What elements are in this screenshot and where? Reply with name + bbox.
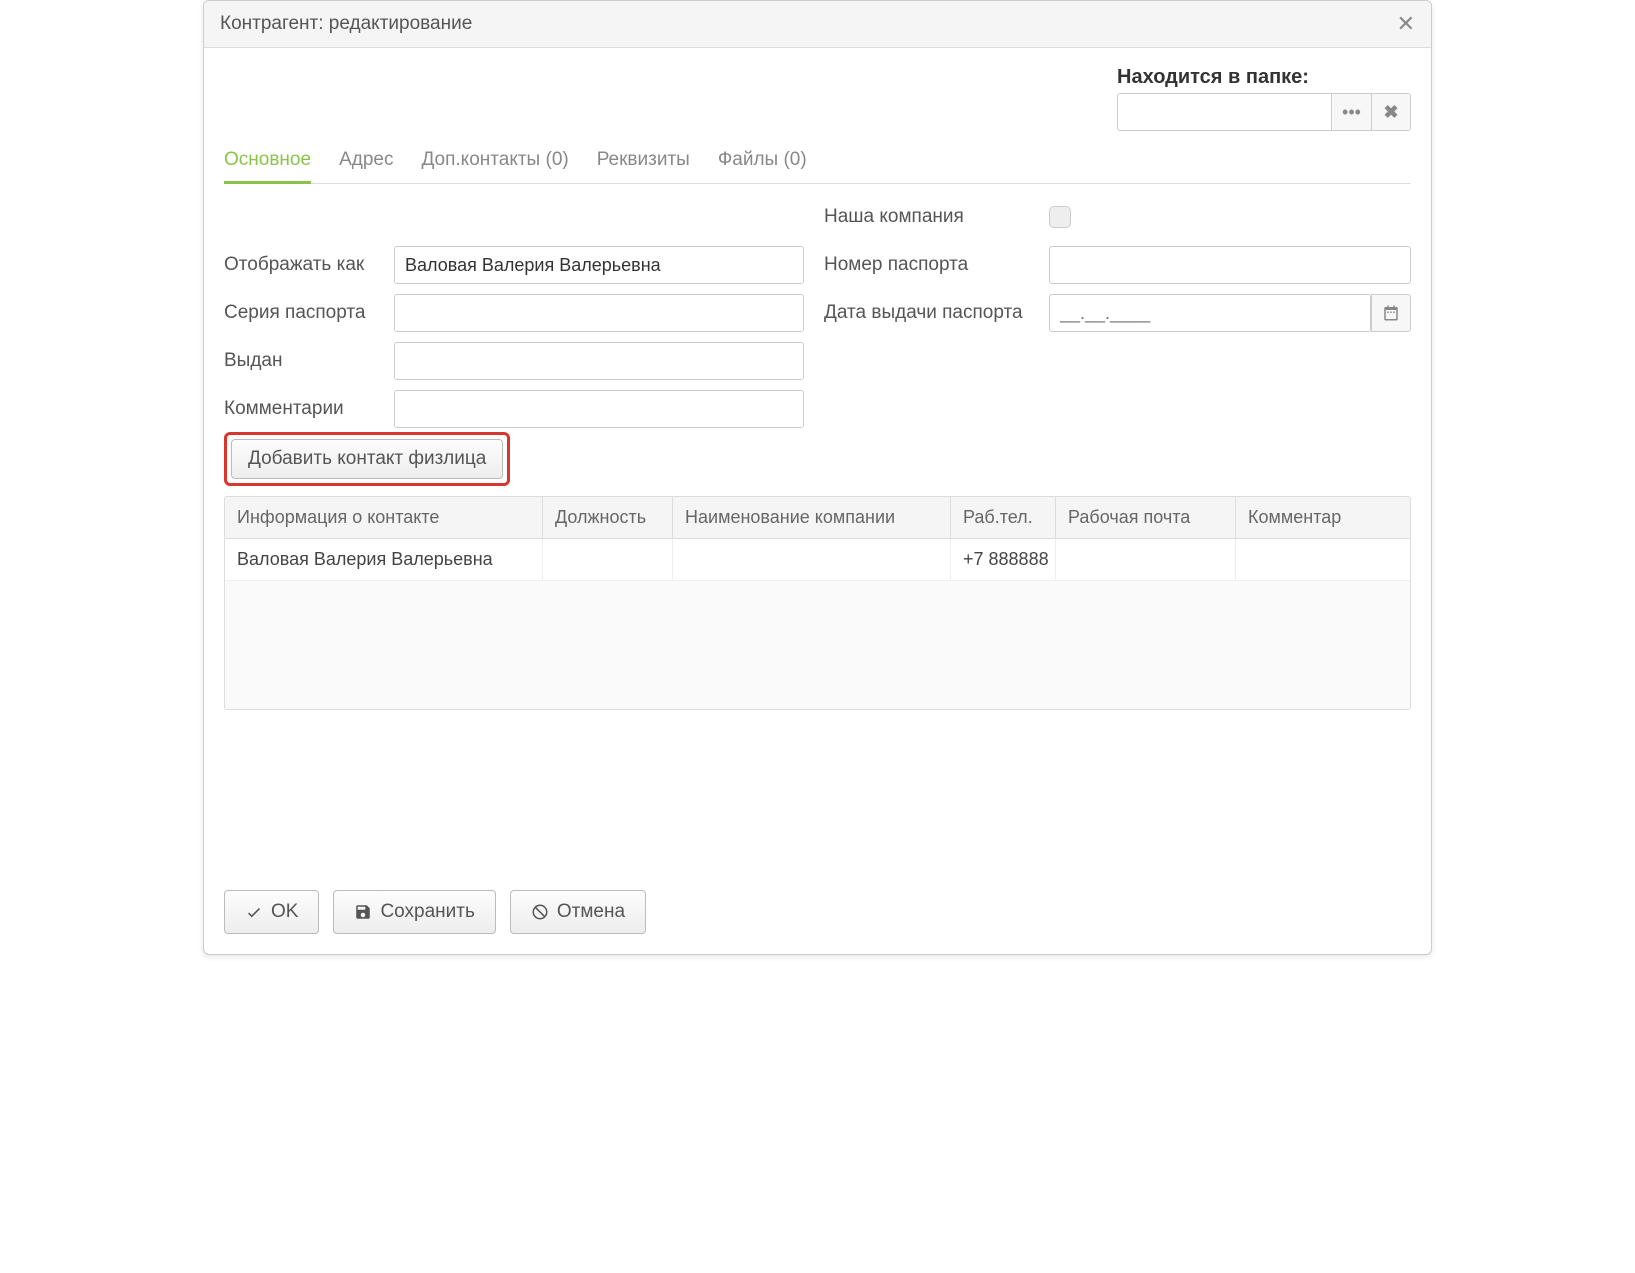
close-icon[interactable]: ✕ xyxy=(1397,11,1415,37)
passport-number-input[interactable] xyxy=(1049,246,1411,284)
x-icon: ✖ xyxy=(1383,102,1398,123)
th-info[interactable]: Информация о контакте xyxy=(225,497,543,538)
td-position xyxy=(543,539,673,580)
dialog-title: Контрагент: редактирование xyxy=(220,13,472,35)
td-company xyxy=(673,539,951,580)
td-info: Валовая Валерия Валерьевна xyxy=(225,539,543,580)
tab-extra-contacts[interactable]: Доп.контакты (0) xyxy=(421,141,568,183)
passport-date-label: Дата выдачи паспорта xyxy=(824,302,1049,324)
folder-label: Находится в папке: xyxy=(1117,66,1309,89)
issued-by-label: Выдан xyxy=(224,350,394,372)
tabs: Основное Адрес Доп.контакты (0) Реквизит… xyxy=(224,141,1411,184)
display-as-input[interactable] xyxy=(394,246,804,284)
display-as-label: Отображать как xyxy=(224,254,394,276)
titlebar: Контрагент: редактирование ✕ xyxy=(204,1,1431,48)
passport-date-picker-button[interactable] xyxy=(1371,294,1411,332)
comments-input[interactable] xyxy=(394,390,804,428)
folder-browse-button[interactable]: ••• xyxy=(1331,93,1371,131)
comments-label: Комментарии xyxy=(224,398,394,420)
th-work-tel[interactable]: Раб.тел. xyxy=(951,497,1056,538)
passport-date-input[interactable] xyxy=(1049,294,1371,332)
folder-input[interactable] xyxy=(1117,93,1331,131)
passport-number-label: Номер паспорта xyxy=(824,254,1049,276)
td-comment xyxy=(1236,539,1410,580)
th-work-email[interactable]: Рабочая почта xyxy=(1056,497,1236,538)
dialog-footer: OK Сохранить Отмена xyxy=(204,874,1431,954)
tab-main[interactable]: Основное xyxy=(224,141,311,183)
calendar-icon xyxy=(1382,304,1400,322)
add-contact-button[interactable]: Добавить контакт физлица xyxy=(231,439,503,479)
cancel-button-label: Отмена xyxy=(557,901,625,923)
th-company[interactable]: Наименование компании xyxy=(673,497,951,538)
issued-by-input[interactable] xyxy=(394,342,804,380)
tab-files[interactable]: Файлы (0) xyxy=(718,141,807,183)
save-button[interactable]: Сохранить xyxy=(333,890,495,934)
contacts-table: Информация о контакте Должность Наименов… xyxy=(224,496,1411,710)
th-comment[interactable]: Комментар xyxy=(1236,497,1410,538)
ban-icon xyxy=(531,903,549,921)
ok-button[interactable]: OK xyxy=(224,890,319,934)
td-work-tel: +7 888888 xyxy=(951,539,1056,580)
tab-address[interactable]: Адрес xyxy=(339,141,393,183)
ellipsis-icon: ••• xyxy=(1342,102,1361,123)
table-row[interactable]: Валовая Валерия Валерьевна +7 888888 xyxy=(225,539,1410,581)
ok-button-label: OK xyxy=(271,901,298,923)
passport-series-input[interactable] xyxy=(394,294,804,332)
td-work-email xyxy=(1056,539,1236,580)
tab-requisites[interactable]: Реквизиты xyxy=(597,141,690,183)
cancel-button[interactable]: Отмена xyxy=(510,890,646,934)
check-icon xyxy=(245,903,263,921)
th-position[interactable]: Должность xyxy=(543,497,673,538)
save-button-label: Сохранить xyxy=(380,901,474,923)
save-icon xyxy=(354,903,372,921)
folder-clear-button[interactable]: ✖ xyxy=(1371,93,1411,131)
table-header: Информация о контакте Должность Наименов… xyxy=(225,497,1410,539)
our-company-checkbox[interactable] xyxy=(1049,206,1071,228)
passport-series-label: Серия паспорта xyxy=(224,302,394,324)
contractor-edit-dialog: Контрагент: редактирование ✕ Находится в… xyxy=(203,0,1432,955)
our-company-label: Наша компания xyxy=(824,206,1049,228)
highlight-annotation: Добавить контакт физлица xyxy=(224,432,510,486)
